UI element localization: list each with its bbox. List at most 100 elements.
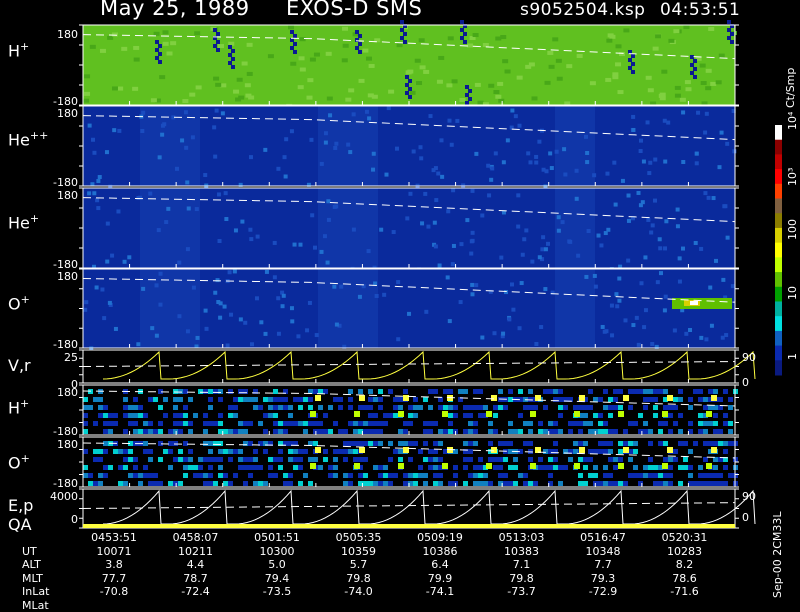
spectrogram-cell <box>393 397 398 402</box>
spectrogram-cell <box>194 31 201 36</box>
spectrogram-cell <box>558 481 563 486</box>
spectrogram-cell <box>368 397 373 402</box>
spectrogram-cell <box>253 405 258 410</box>
panel-label: H+ <box>8 40 29 60</box>
spectrogram-cell <box>730 32 734 36</box>
spectrogram-cell <box>574 168 579 173</box>
spectrogram-cell <box>693 59 697 63</box>
spectrogram-cell <box>528 457 533 462</box>
spectrogram-cell <box>168 449 173 454</box>
spectrogram-cell <box>116 209 121 214</box>
spectrogram-cell <box>628 58 632 62</box>
spectrogram-cell <box>628 421 633 426</box>
spectrogram-cell <box>503 405 508 410</box>
spectrogram-cell <box>283 421 288 426</box>
spectrogram-cell <box>396 337 401 342</box>
spectrogram-cell <box>423 473 428 478</box>
spectrogram-cell <box>503 481 508 486</box>
spectrogram-cell <box>518 413 523 418</box>
spectrogram-cell <box>468 449 473 454</box>
spectrogram-cell <box>83 397 88 402</box>
spectrogram-cell <box>243 421 248 426</box>
spectrogram-cell <box>89 44 96 49</box>
spectrogram-cell <box>631 114 636 119</box>
spectrogram-cell <box>675 224 680 229</box>
spectrogram-cell <box>383 465 388 470</box>
spectrogram-cell <box>148 397 153 402</box>
spectrogram-cell <box>288 449 293 454</box>
panel-label-sup: + <box>29 212 40 225</box>
spectrogram-cell <box>388 89 395 94</box>
spectrogram-cell <box>718 429 723 434</box>
spectrogram-cell <box>168 465 173 470</box>
spectrogram-cell <box>103 405 108 410</box>
spectrogram-cell <box>127 255 132 260</box>
spectrogram-cell <box>398 463 404 469</box>
spectrogram-cell <box>98 473 103 478</box>
spectrogram-cell <box>133 397 138 402</box>
spectrogram-cell <box>293 50 297 54</box>
spectrogram-cell <box>243 397 248 402</box>
spectrogram-cell <box>278 421 283 426</box>
table-cell: 10300 <box>259 544 295 558</box>
spectrogram-cell <box>448 405 453 410</box>
colorbar-tick-label: 100 <box>786 219 799 240</box>
spectrogram-cell <box>537 255 542 260</box>
spectrogram-cell <box>468 457 473 462</box>
spectrogram-cell <box>111 86 118 91</box>
spectrogram-cell <box>343 457 348 462</box>
spectrogram-cell <box>238 457 243 462</box>
spectrogram-cell <box>342 26 349 31</box>
spectrogram-cell <box>615 62 622 67</box>
spectrogram-cell <box>208 465 213 470</box>
spectrogram-cell <box>368 405 373 410</box>
spectrogram-cell <box>428 457 433 462</box>
spectrogram-cell <box>354 411 360 417</box>
spectrogram-cell <box>563 465 568 470</box>
table-cell: -74.1 <box>425 585 455 598</box>
panel-label-text: He <box>8 213 30 233</box>
spectrogram-cell <box>308 405 313 410</box>
spectrogram-cell <box>451 188 456 193</box>
spectrogram-cell <box>693 240 698 245</box>
table-cell: 10386 <box>422 544 458 558</box>
spectrogram-cell <box>155 56 159 60</box>
spectrogram-cell <box>613 397 618 402</box>
spectrogram-cell <box>598 429 603 434</box>
spectrogram-cell <box>233 397 238 402</box>
spectrogram-cell <box>305 328 310 333</box>
spectrogram-cell <box>363 441 368 446</box>
spectrogram-cell <box>158 405 163 410</box>
spectrogram-cell <box>253 465 258 470</box>
spectrogram-cell <box>615 44 622 49</box>
spectrogram-cell <box>474 82 481 87</box>
spectrogram-cell <box>158 421 163 426</box>
spectrogram-cell <box>223 449 228 454</box>
spectrogram-cell <box>497 81 504 86</box>
spectrogram-cell <box>248 397 253 402</box>
spectrogram-cell <box>483 473 488 478</box>
spectrogram-cell <box>198 465 203 470</box>
spectrogram-cell <box>297 85 304 90</box>
spectrogram-cell <box>658 481 663 486</box>
spectrogram-cell <box>446 83 453 88</box>
spectrogram-cell <box>480 335 485 340</box>
spectrogram-cell <box>288 481 293 486</box>
spectrogram-cell <box>727 20 731 24</box>
spectrogram-cell <box>463 405 468 410</box>
colorbar-segment <box>775 183 782 200</box>
spectrogram-cell <box>473 405 478 410</box>
spectrogram-cell <box>354 463 360 469</box>
colorbar-segment <box>775 154 782 170</box>
spectrogram-cell <box>548 457 553 462</box>
spectrogram-cell <box>588 429 593 434</box>
spectrogram-cell <box>388 481 393 486</box>
spectrogram-cell <box>643 405 648 410</box>
spectrogram-cell <box>155 40 159 44</box>
spectrogram-cell <box>643 429 648 434</box>
spectrogram-cell <box>218 449 223 454</box>
spectrogram-cell <box>673 29 680 34</box>
y-tick-label: 25 <box>64 351 78 364</box>
spectrogram-cell <box>460 36 464 40</box>
spectrogram-cell <box>608 405 613 410</box>
